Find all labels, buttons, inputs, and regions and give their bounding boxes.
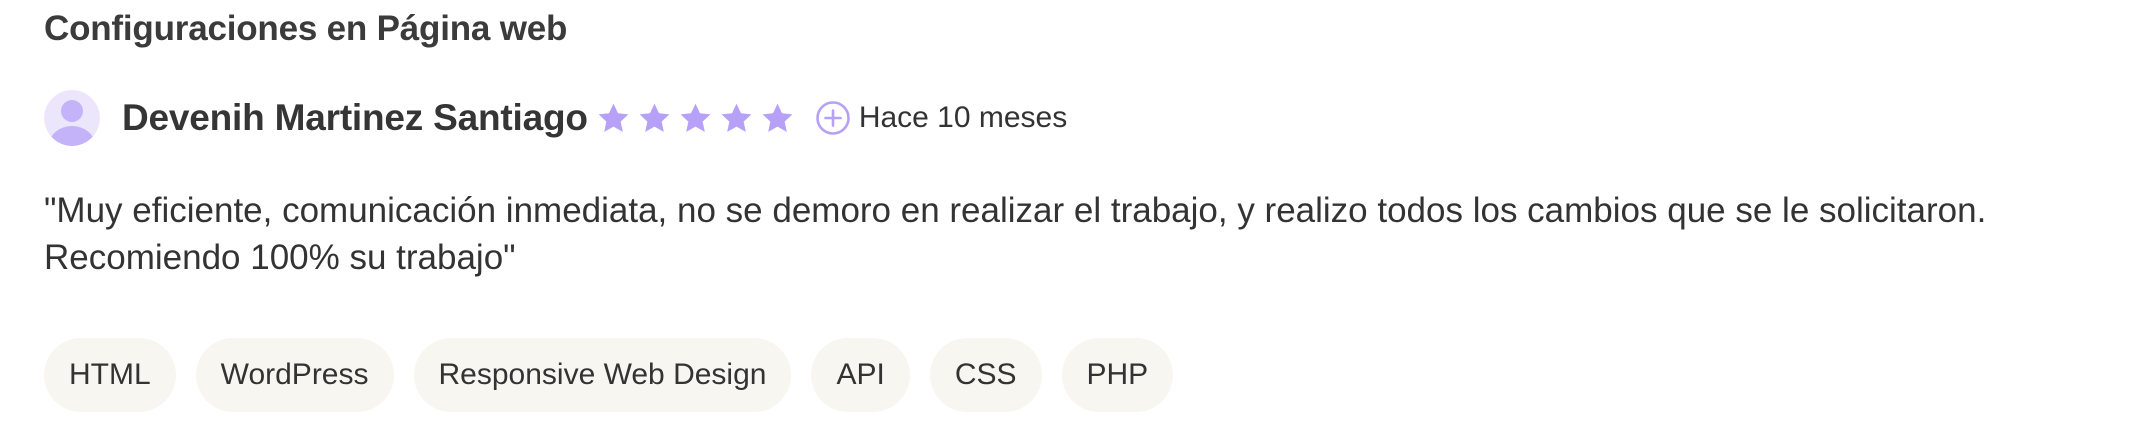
skill-tag-wordpress[interactable]: WordPress [195,338,394,412]
star-icon [762,103,793,132]
user-avatar-icon[interactable] [44,90,100,146]
star-icon [680,103,711,132]
star-icon [598,103,629,132]
skill-tag-php[interactable]: PHP [1061,338,1174,412]
star-icon [639,103,670,132]
skill-tag-api[interactable]: API [811,338,910,412]
review-card: Configuraciones en Página web Devenih Ma… [0,0,2134,432]
project-title: Configuraciones en Página web [44,9,568,48]
plus-circle-icon [816,101,850,135]
reviewer-name[interactable]: Devenih Martinez Santiago [122,97,588,139]
skill-tag-html[interactable]: HTML [44,338,176,412]
skill-tag-responsive-web-design[interactable]: Responsive Web Design [413,338,792,412]
skill-tags: HTML WordPress Responsive Web Design API… [44,338,1174,412]
skill-tag-css[interactable]: CSS [929,338,1042,412]
star-icon [721,103,752,132]
review-header: Devenih Martinez Santiago Hace 10 meses [44,90,1067,146]
review-comment: "Muy eficiente, comunicación inmediata, … [44,191,1987,277]
star-rating [596,101,801,136]
review-date: Hace 10 meses [858,101,1068,134]
